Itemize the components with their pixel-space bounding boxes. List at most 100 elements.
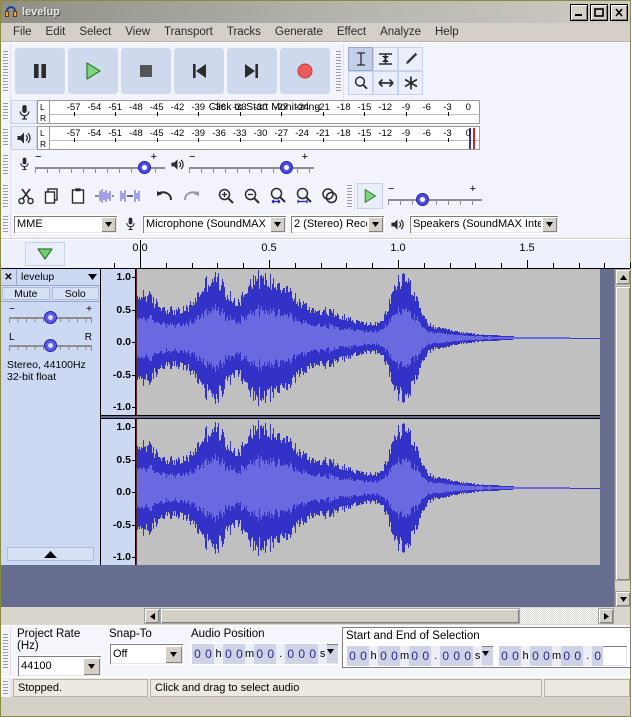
chevron-down-icon[interactable] bbox=[482, 647, 493, 665]
time-digit[interactable]: 0 bbox=[389, 646, 400, 666]
multi-tool[interactable] bbox=[398, 71, 423, 95]
playback-device-select[interactable]: Speakers (SoundMAX Inte bbox=[409, 214, 559, 234]
playback-volume-slider[interactable]: − + bbox=[189, 152, 314, 176]
time-digit[interactable]: 0 bbox=[510, 646, 521, 666]
menu-generate[interactable]: Generate bbox=[268, 24, 330, 40]
horizontal-scroll-gutter[interactable] bbox=[520, 608, 598, 624]
envelope-tool[interactable] bbox=[373, 47, 398, 71]
pan-slider-thumb[interactable] bbox=[44, 339, 57, 352]
chevron-down-icon[interactable] bbox=[83, 657, 100, 675]
scroll-left-button[interactable] bbox=[144, 608, 160, 624]
audio-position-digits[interactable]: 00h00m00.000s bbox=[192, 644, 328, 664]
zoom-toggle-button[interactable] bbox=[317, 183, 343, 209]
skip-to-start-button[interactable] bbox=[174, 48, 224, 94]
gain-slider-thumb[interactable] bbox=[44, 311, 57, 324]
recording-device-select[interactable]: Microphone (SoundMAX In bbox=[142, 214, 287, 234]
chevron-down-icon[interactable] bbox=[101, 216, 116, 232]
audio-host-select[interactable]: MME bbox=[13, 214, 118, 234]
playback-meter[interactable]: -57 -54 -51 -48 -45 -42 -39 -36 -33 -30 -27 -24 -21-… bbox=[49, 126, 480, 150]
time-digit[interactable]: 0 bbox=[409, 646, 421, 666]
time-digit[interactable]: 0 bbox=[561, 646, 573, 666]
trim-audio-button[interactable] bbox=[91, 183, 117, 209]
recording-channels-select[interactable]: 2 (Stereo) Reco bbox=[290, 214, 385, 234]
menu-edit[interactable]: Edit bbox=[39, 24, 73, 40]
vertical-ruler-left[interactable]: 1.0 0.5 0.0 -0.5 -1.0 bbox=[101, 269, 136, 415]
mixer-toolbar-grabber[interactable] bbox=[1, 151, 11, 180]
time-digit[interactable]: 0 bbox=[541, 646, 552, 666]
menu-help[interactable]: Help bbox=[428, 24, 466, 40]
close-button[interactable] bbox=[610, 3, 628, 21]
menu-transport[interactable]: Transport bbox=[157, 24, 220, 40]
tools-toolbar-grabber[interactable] bbox=[334, 43, 344, 99]
time-digit[interactable]: 0 bbox=[499, 646, 510, 666]
play-slider-thumb[interactable] bbox=[280, 161, 293, 174]
time-digit[interactable]: 0 bbox=[285, 644, 297, 664]
time-digit[interactable]: 0 bbox=[592, 646, 604, 666]
track-control-panel[interactable]: ✕ levelup Mute Solo − + L R Stereo, 4410… bbox=[1, 269, 101, 565]
horizontal-scroll-thumb[interactable] bbox=[160, 608, 520, 624]
selection-tool[interactable] bbox=[348, 47, 373, 71]
maximize-button[interactable] bbox=[590, 3, 608, 21]
horizontal-scrollbar[interactable] bbox=[1, 607, 630, 625]
snap-to-select[interactable]: Off bbox=[109, 643, 184, 665]
playback-speed-slider[interactable]: − + bbox=[388, 184, 482, 208]
time-digit[interactable]: 0 bbox=[254, 644, 266, 664]
menu-tracks[interactable]: Tracks bbox=[220, 24, 268, 40]
solo-button[interactable]: Solo bbox=[51, 287, 99, 300]
track-collapse-button[interactable] bbox=[7, 547, 94, 561]
waveform-right[interactable] bbox=[136, 419, 600, 565]
scroll-down-button[interactable] bbox=[615, 591, 630, 607]
paste-button[interactable] bbox=[65, 183, 91, 209]
draw-tool[interactable] bbox=[398, 47, 423, 71]
scroll-right-button[interactable] bbox=[598, 608, 614, 624]
vertical-scroll-thumb[interactable] bbox=[615, 286, 630, 581]
menu-view[interactable]: View bbox=[118, 24, 157, 40]
vertical-ruler-right[interactable]: 1.0 0.5 0.0 -0.5 -1.0 bbox=[101, 419, 136, 565]
playback-meter-grabber[interactable] bbox=[1, 125, 11, 151]
time-digit[interactable]: 0 bbox=[378, 646, 389, 666]
waveform-left[interactable] bbox=[136, 269, 600, 415]
track-close-button[interactable]: ✕ bbox=[1, 269, 17, 285]
time-digit[interactable]: 0 bbox=[203, 644, 214, 664]
pan-slider[interactable]: L R bbox=[9, 332, 92, 354]
minimize-button[interactable] bbox=[570, 3, 588, 21]
play-button[interactable] bbox=[68, 48, 118, 94]
device-toolbar-grabber[interactable] bbox=[1, 212, 11, 238]
vertical-scrollbar[interactable] bbox=[614, 269, 630, 607]
time-digit[interactable]: 0 bbox=[358, 646, 369, 666]
time-digit[interactable]: 0 bbox=[451, 646, 463, 666]
time-digit[interactable]: 0 bbox=[234, 644, 245, 664]
recording-meter-grabber[interactable] bbox=[1, 99, 11, 125]
selection-start-digits[interactable]: 00h00m00.000s bbox=[347, 646, 483, 666]
recording-meter[interactable]: Click to Start Monitoring -57 -54 -51 -48 -4… bbox=[49, 100, 480, 124]
recording-volume-slider[interactable]: − + bbox=[35, 152, 165, 176]
fit-selection-button[interactable] bbox=[265, 183, 291, 209]
project-rate-select[interactable]: 44100 bbox=[17, 655, 102, 677]
speed-slider-thumb[interactable] bbox=[416, 193, 429, 206]
transport-toolbar-grabber[interactable] bbox=[1, 43, 11, 99]
menu-effect[interactable]: Effect bbox=[330, 24, 373, 40]
play-at-speed-button[interactable] bbox=[357, 183, 383, 209]
time-digit[interactable]: 0 bbox=[572, 646, 584, 666]
mute-button[interactable]: Mute bbox=[2, 287, 50, 300]
audio-position-field[interactable]: 00h00m00.000s bbox=[191, 643, 339, 665]
edit-toolbar-grabber[interactable] bbox=[1, 180, 11, 212]
time-digit[interactable]: 0 bbox=[420, 646, 432, 666]
chevron-down-icon[interactable] bbox=[165, 645, 182, 663]
chevron-down-icon[interactable] bbox=[542, 216, 557, 232]
chevron-down-icon[interactable] bbox=[327, 645, 338, 663]
microphone-icon[interactable] bbox=[11, 100, 37, 124]
chevron-down-icon[interactable] bbox=[270, 216, 285, 232]
skip-to-end-button[interactable] bbox=[227, 48, 277, 94]
selection-start-field[interactable]: 00h00m00.000s bbox=[346, 645, 494, 667]
time-digit[interactable]: 0 bbox=[307, 644, 319, 664]
pause-button[interactable] bbox=[15, 48, 65, 94]
selection-toolbar-grabber[interactable] bbox=[1, 626, 11, 676]
time-digit[interactable]: 0 bbox=[296, 644, 308, 664]
time-digit[interactable]: 0 bbox=[192, 644, 203, 664]
record-button[interactable] bbox=[280, 48, 330, 94]
time-digit[interactable]: 0 bbox=[440, 646, 452, 666]
menu-select[interactable]: Select bbox=[72, 24, 118, 40]
time-digit[interactable]: 0 bbox=[223, 644, 234, 664]
zoom-out-button[interactable] bbox=[239, 183, 265, 209]
